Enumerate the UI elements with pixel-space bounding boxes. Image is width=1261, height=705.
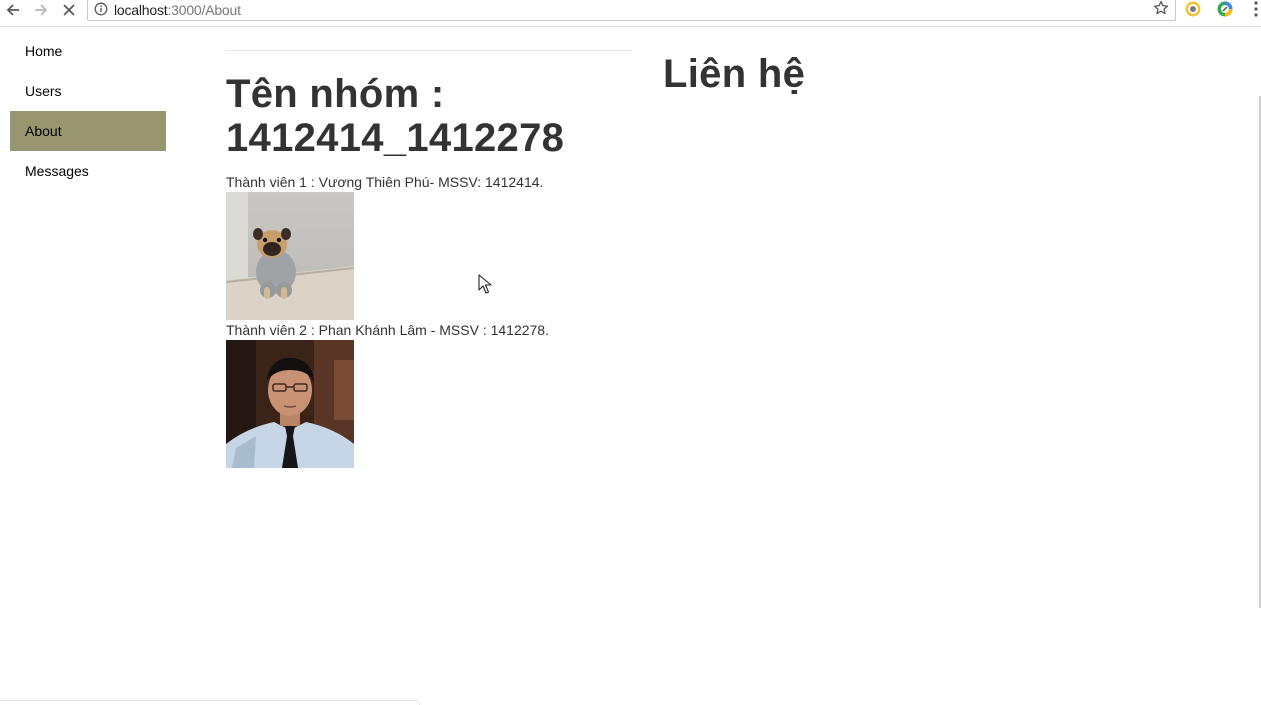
contact-section: Liên hệ <box>663 52 805 96</box>
stop-loading-icon <box>63 4 75 16</box>
forward-arrow-icon <box>35 4 48 16</box>
stop-loading-button[interactable] <box>59 0 79 20</box>
member-2-info: Thành viên 2 : Phan Khánh Lâm - MSSV : 1… <box>226 322 549 338</box>
forward-button[interactable] <box>31 0 51 20</box>
contact-title: Liên hệ <box>663 52 806 96</box>
info-icon[interactable] <box>94 2 108 16</box>
member-portrait-photo <box>226 340 354 468</box>
browser-toolbar: localhost:3000/About <box>0 0 1261 27</box>
extension-icon[interactable] <box>1216 0 1234 18</box>
sidebar-nav: Home Users About Messages <box>10 31 166 191</box>
group-title-line1: Tên nhóm : <box>226 72 445 116</box>
back-arrow-icon <box>6 4 19 16</box>
page-content: Home Users About Messages Tên nhóm : 141… <box>0 28 1261 705</box>
address-bar[interactable]: localhost:3000/About <box>87 0 1176 21</box>
back-button[interactable] <box>3 0 23 20</box>
url-path: :3000/About <box>167 2 241 18</box>
sidebar-item-users[interactable]: Users <box>10 71 166 111</box>
url-text: localhost:3000/About <box>114 2 241 18</box>
sidebar-item-home[interactable]: Home <box>10 31 166 71</box>
sidebar-item-about[interactable]: About <box>10 111 166 151</box>
mouse-cursor-icon <box>478 274 492 294</box>
group-title: Tên nhóm : 1412414_1412278 <box>226 72 632 160</box>
pug-dog-photo <box>226 192 354 320</box>
member-1-info: Thành viên 1 : Vương Thiên Phú- MSSV: 14… <box>226 174 544 190</box>
divider <box>226 50 632 51</box>
kebab-menu-icon[interactable] <box>1252 0 1260 18</box>
group-title-line2: 1412414_1412278 <box>226 116 565 160</box>
url-host: localhost <box>114 2 168 18</box>
sidebar-item-messages[interactable]: Messages <box>10 151 166 191</box>
status-bubble <box>0 700 420 705</box>
about-section: Tên nhóm : 1412414_1412278 Thành viên 1 … <box>226 50 632 468</box>
extension-icon[interactable] <box>1184 0 1202 18</box>
star-icon[interactable] <box>1153 0 1169 16</box>
